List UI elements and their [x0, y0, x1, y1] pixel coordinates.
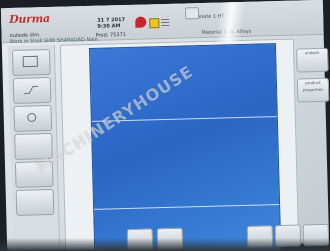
tool-button-6[interactable]: [15, 188, 55, 216]
grid-icon[interactable]: [161, 16, 170, 27]
bend-tool-button[interactable]: [12, 76, 52, 104]
warning-icon[interactable]: [149, 18, 160, 29]
tool-icon: [27, 112, 37, 122]
tool-button-3[interactable]: [13, 104, 53, 132]
touch-screen: Durma outside dim. Work in Snell SHM SHA…: [0, 0, 330, 251]
time-display: 9:30 AM: [97, 23, 121, 30]
screen-glare: [215, 1, 246, 43]
select-icon: [22, 55, 38, 68]
select-tool-button[interactable]: [11, 48, 51, 76]
product-properties-label: product properties: [302, 79, 324, 93]
undock-button[interactable]: undock: [296, 47, 329, 73]
photo: Durma outside dim. Work in Snell SHM SHA…: [0, 0, 330, 251]
bend-line-2: [94, 204, 280, 210]
product-label: Prod: 75371: [95, 31, 126, 39]
left-toolbar: [7, 44, 61, 247]
undock-button-label: undock: [304, 49, 320, 56]
bend-icon: [24, 85, 38, 95]
product-properties-button[interactable]: product properties: [296, 77, 330, 103]
brand-logo: Durma: [9, 11, 50, 27]
menu-button[interactable]: [184, 7, 200, 20]
alert-icon[interactable]: [135, 16, 147, 28]
monitor-bezel: [0, 238, 330, 251]
header-bar: Durma outside dim. Work in Snell SHM SHA…: [0, 0, 324, 45]
